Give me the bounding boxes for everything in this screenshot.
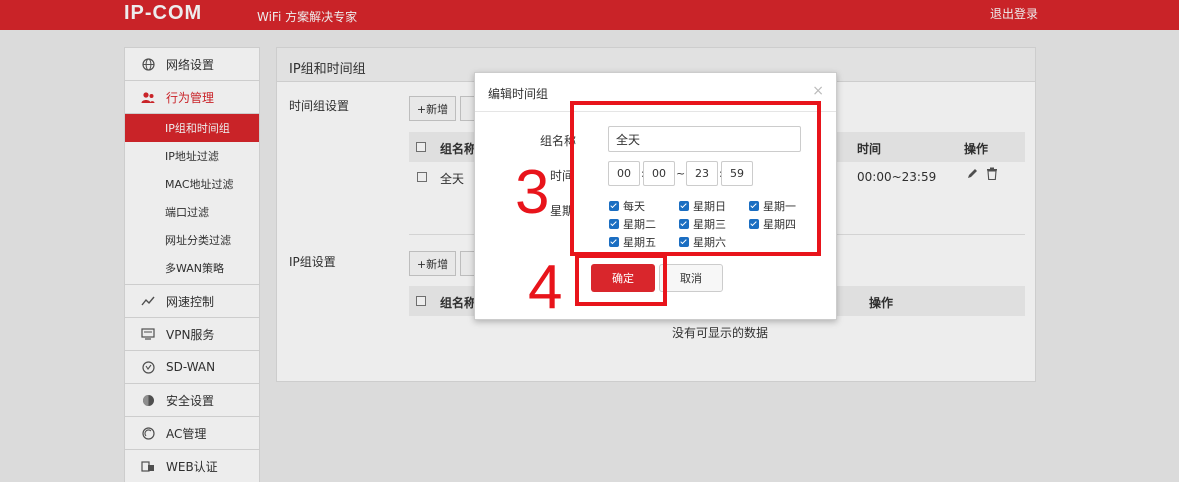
- close-icon[interactable]: ×: [812, 83, 824, 99]
- step3-highlight-box: [570, 101, 821, 256]
- step3-number: 3: [515, 158, 550, 227]
- step4-number: 4: [528, 253, 563, 322]
- cancel-button[interactable]: 取消: [659, 264, 723, 292]
- step4-highlight-box: [575, 254, 667, 306]
